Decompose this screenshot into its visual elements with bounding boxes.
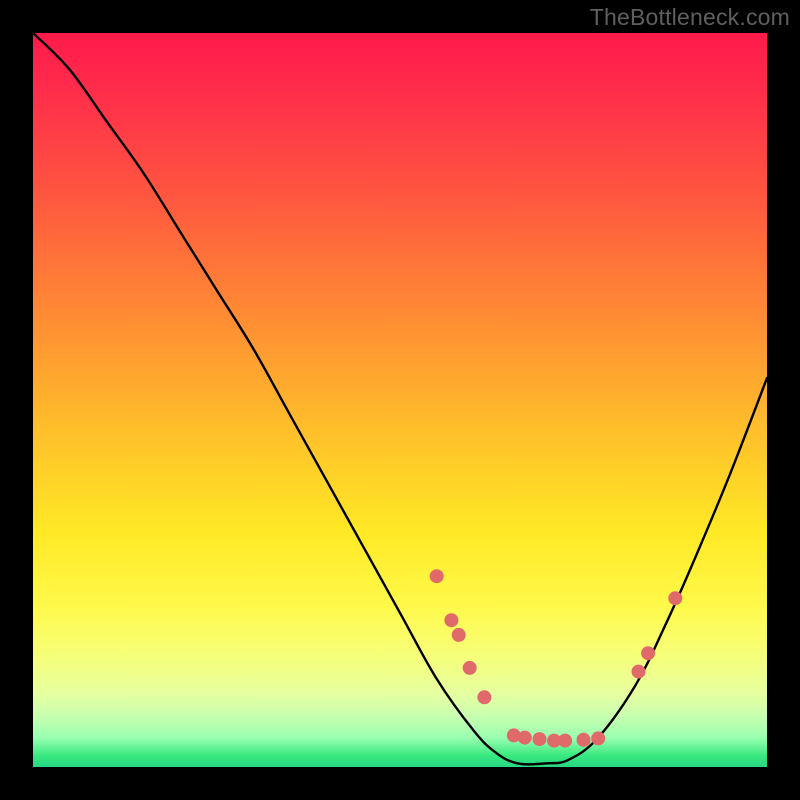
bottleneck-curve [33,33,767,764]
data-marker [577,733,591,747]
data-marker [430,569,444,583]
data-marker [477,690,491,704]
watermark-text: TheBottleneck.com [590,4,790,31]
curve-layer [33,33,767,767]
plot-area [33,33,767,767]
data-markers [430,569,683,747]
data-marker [632,665,646,679]
data-marker [668,591,682,605]
data-marker [463,661,477,675]
data-marker [558,734,572,748]
data-marker [444,613,458,627]
data-marker [591,731,605,745]
chart-frame: TheBottleneck.com [0,0,800,800]
data-marker [518,731,532,745]
data-marker [641,646,655,660]
data-marker [533,732,547,746]
data-marker [452,628,466,642]
